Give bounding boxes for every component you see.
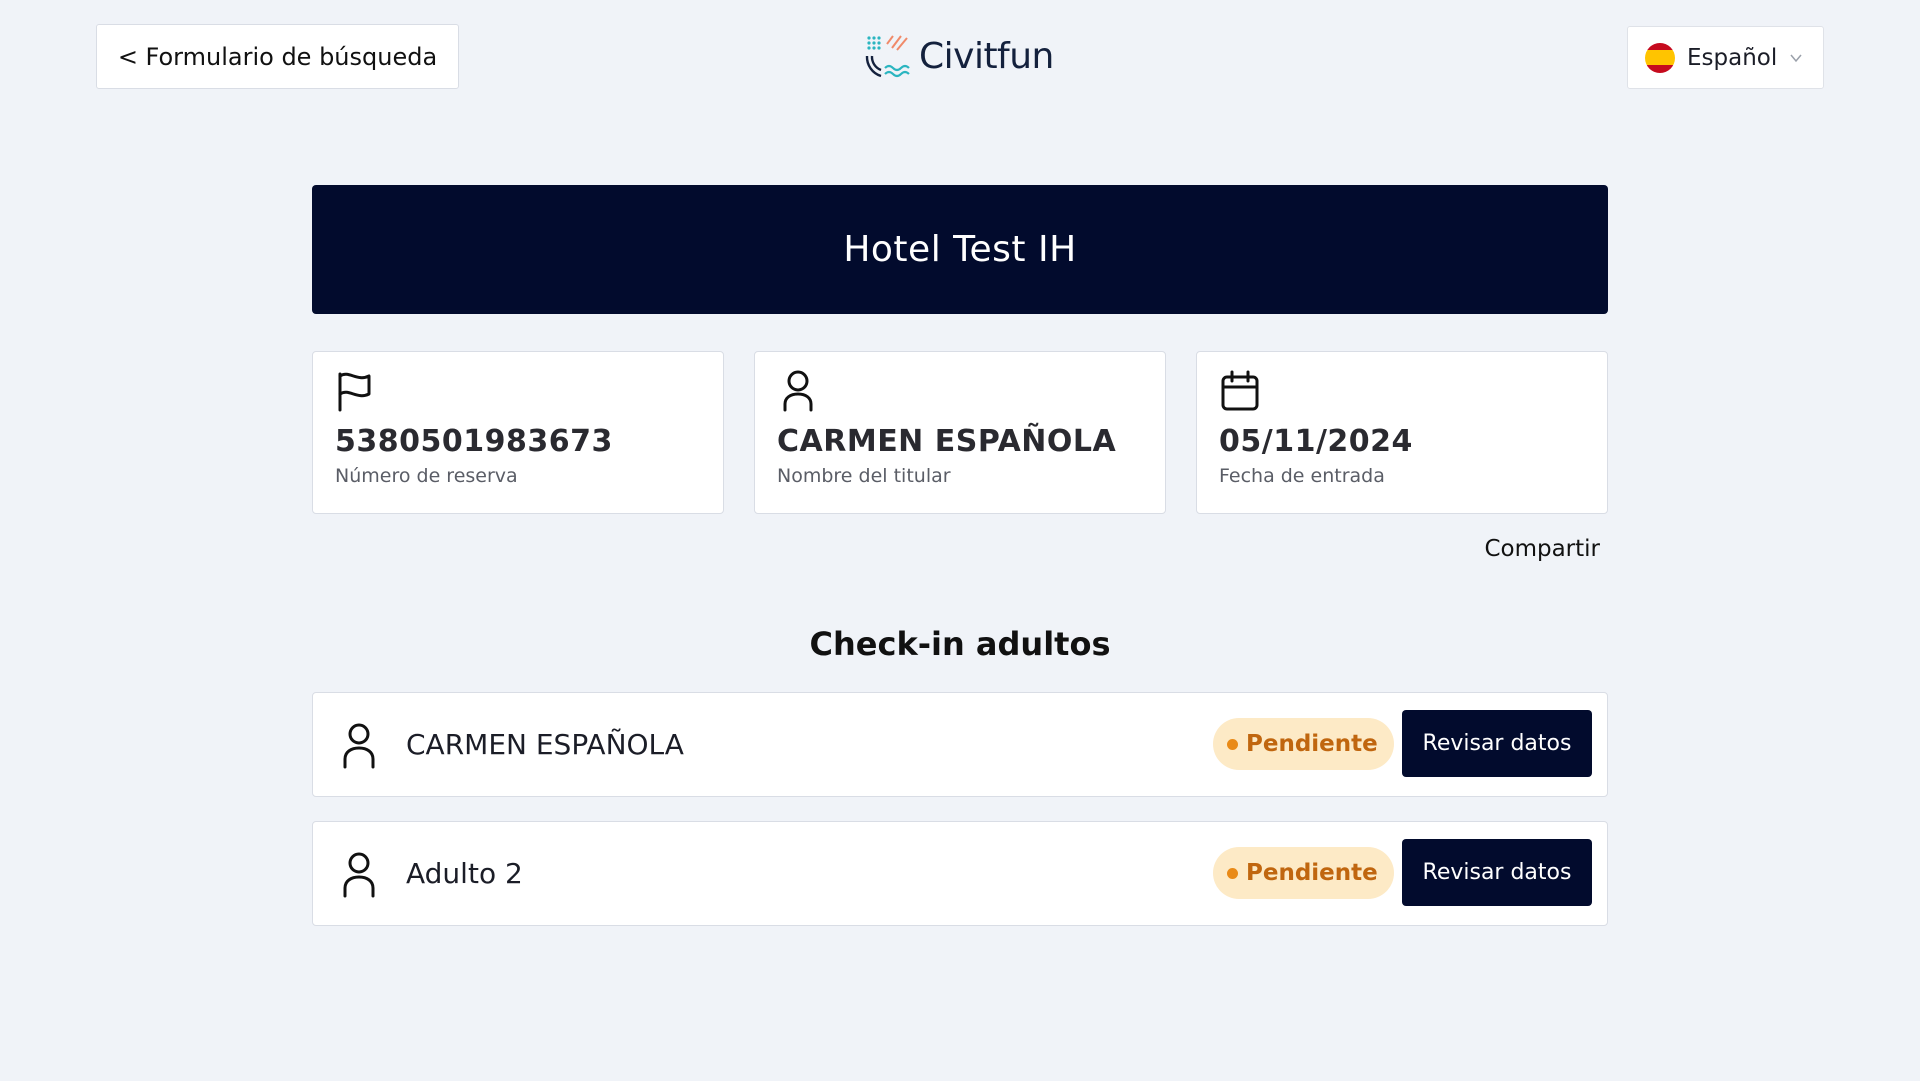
language-label: Español bbox=[1687, 44, 1778, 71]
status-dot-icon bbox=[1227, 867, 1238, 879]
checkin-date: 05/11/2024 bbox=[1219, 424, 1413, 459]
section-title: Check-in adultos bbox=[809, 625, 1111, 663]
status-label: Pendiente bbox=[1246, 860, 1378, 886]
brand-logo: Civitfun bbox=[865, 32, 1054, 80]
chevron-down-icon bbox=[1790, 54, 1802, 62]
brand-name: Civitfun bbox=[919, 35, 1054, 77]
hotel-name: Hotel Test IH bbox=[843, 229, 1077, 270]
spain-flag-icon bbox=[1645, 42, 1675, 73]
language-selector[interactable]: Español bbox=[1627, 26, 1824, 89]
holder-card: CARMEN ESPAÑOLA Nombre del titular bbox=[754, 351, 1166, 514]
back-button-label: < Formulario de búsqueda bbox=[117, 42, 438, 71]
user-icon bbox=[343, 723, 375, 769]
guest-name: Adulto 2 bbox=[406, 857, 523, 890]
booking-number-card: 5380501983673 Número de reserva bbox=[312, 351, 724, 514]
guest-row: CARMEN ESPAÑOLA Pendiente Revisar datos bbox=[312, 692, 1608, 797]
civitfun-logo-icon bbox=[865, 35, 910, 78]
checkin-date-card: 05/11/2024 Fecha de entrada bbox=[1196, 351, 1608, 514]
status-dot-icon bbox=[1227, 738, 1238, 750]
booking-number: 5380501983673 bbox=[335, 424, 613, 459]
holder-label: Nombre del titular bbox=[777, 465, 951, 487]
flag-icon bbox=[338, 372, 371, 412]
back-to-search-button[interactable]: < Formulario de búsqueda bbox=[96, 24, 459, 89]
user-icon bbox=[343, 852, 375, 898]
holder-name: CARMEN ESPAÑOLA bbox=[777, 424, 1117, 459]
booking-number-label: Número de reserva bbox=[335, 465, 518, 487]
hotel-banner: Hotel Test IH bbox=[312, 185, 1608, 314]
guest-name: CARMEN ESPAÑOLA bbox=[406, 728, 684, 761]
status-badge: Pendiente bbox=[1213, 847, 1394, 899]
review-data-button[interactable]: Revisar datos bbox=[1402, 710, 1592, 777]
status-label: Pendiente bbox=[1246, 731, 1378, 757]
checkin-date-label: Fecha de entrada bbox=[1219, 465, 1385, 487]
calendar-icon bbox=[1221, 370, 1259, 411]
share-link[interactable]: Compartir bbox=[1460, 536, 1600, 572]
status-badge: Pendiente bbox=[1213, 718, 1394, 770]
top-bar: < Formulario de búsqueda Civitfun Españo… bbox=[0, 0, 1920, 110]
review-data-button[interactable]: Revisar datos bbox=[1402, 839, 1592, 906]
guest-row: Adulto 2 Pendiente Revisar datos bbox=[312, 821, 1608, 926]
user-icon bbox=[783, 370, 813, 412]
